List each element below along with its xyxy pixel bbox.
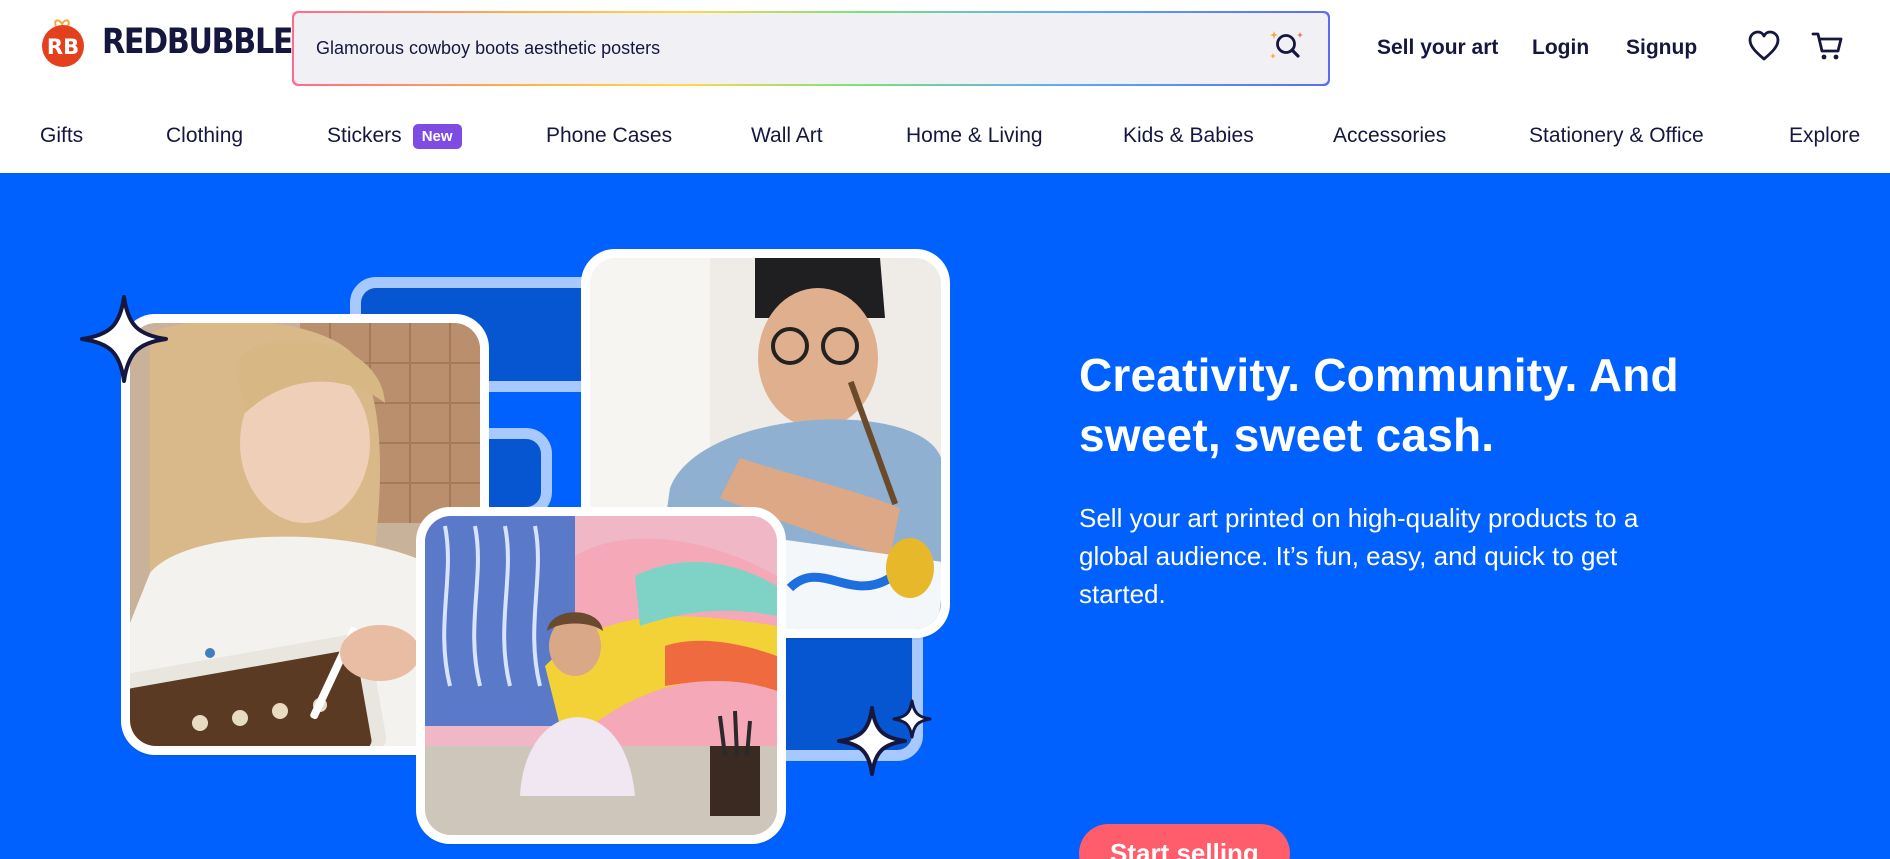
- hero-title: Creativity. Community. And sweet, sweet …: [1079, 349, 1679, 461]
- heart-icon: [1747, 30, 1781, 67]
- search-input[interactable]: [316, 28, 1264, 69]
- nav-item-kids-babies[interactable]: Kids & Babies: [1123, 120, 1254, 152]
- search-box: [294, 13, 1328, 84]
- nav-item-label: Home & Living: [906, 124, 1043, 147]
- nav-item-label: Gifts: [40, 124, 84, 147]
- nav-item-label: Phone Cases: [546, 124, 673, 147]
- cart-button[interactable]: [1810, 30, 1846, 66]
- nav-item-clothing[interactable]: Clothing: [166, 120, 243, 152]
- sparkle-icon: [892, 699, 932, 744]
- nav-item-label: Stickers: [327, 124, 402, 147]
- nav-item-stickers[interactable]: Stickers New: [327, 120, 462, 152]
- nav-item-label: Stationery & Office: [1529, 124, 1704, 147]
- cart-icon: [1811, 30, 1845, 67]
- nav-item-explore[interactable]: Explore: [1789, 120, 1860, 152]
- category-nav: Gifts Clothing Stickers New Phone Cases …: [0, 110, 1890, 162]
- nav-item-home-living[interactable]: Home & Living: [906, 120, 1043, 152]
- site-header: RB REDBUBBLE Sell your art: [0, 0, 1890, 96]
- signup-link[interactable]: Signup: [1626, 36, 1697, 60]
- new-badge: New: [412, 123, 462, 149]
- nav-item-label: Wall Art: [751, 124, 823, 147]
- sparkle-icon: [78, 293, 170, 390]
- nav-item-label: Explore: [1789, 124, 1861, 147]
- nav-item-wall-art[interactable]: Wall Art: [751, 120, 823, 152]
- search-bar: [292, 11, 1330, 86]
- logo-letters: RB: [47, 35, 79, 59]
- start-selling-button[interactable]: Start selling: [1079, 824, 1290, 859]
- hero-subtitle: Sell your art printed on high-quality pr…: [1079, 503, 1639, 609]
- nav-item-phone-cases[interactable]: Phone Cases: [546, 120, 672, 152]
- nav-item-label: Clothing: [166, 124, 244, 147]
- nav-item-accessories[interactable]: Accessories: [1333, 120, 1446, 152]
- login-link[interactable]: Login: [1532, 36, 1589, 60]
- nav-item-label: Kids & Babies: [1123, 124, 1254, 147]
- redbubble-logo[interactable]: RB REDBUBBLE: [38, 12, 323, 72]
- wishlist-button[interactable]: [1746, 30, 1782, 66]
- search-button[interactable]: [1264, 27, 1308, 71]
- nav-item-stationery-office[interactable]: Stationery & Office: [1529, 120, 1704, 152]
- hero-banner: Creativity. Community. And sweet, sweet …: [0, 173, 1890, 859]
- logo-wordmark: REDBUBBLE: [102, 22, 293, 62]
- nav-item-gifts[interactable]: Gifts: [40, 120, 83, 152]
- artist-photo-mural: [425, 516, 777, 835]
- sell-your-art-link[interactable]: Sell your art: [1377, 36, 1498, 60]
- search-icon: [1266, 26, 1306, 71]
- logo-mark-icon: RB: [38, 17, 88, 67]
- nav-item-label: Accessories: [1333, 124, 1447, 147]
- photo-card: [416, 507, 786, 844]
- hero-copy: Creativity. Community. And sweet, sweet …: [1079, 345, 1719, 859]
- artist-photo-collage: [0, 173, 1000, 859]
